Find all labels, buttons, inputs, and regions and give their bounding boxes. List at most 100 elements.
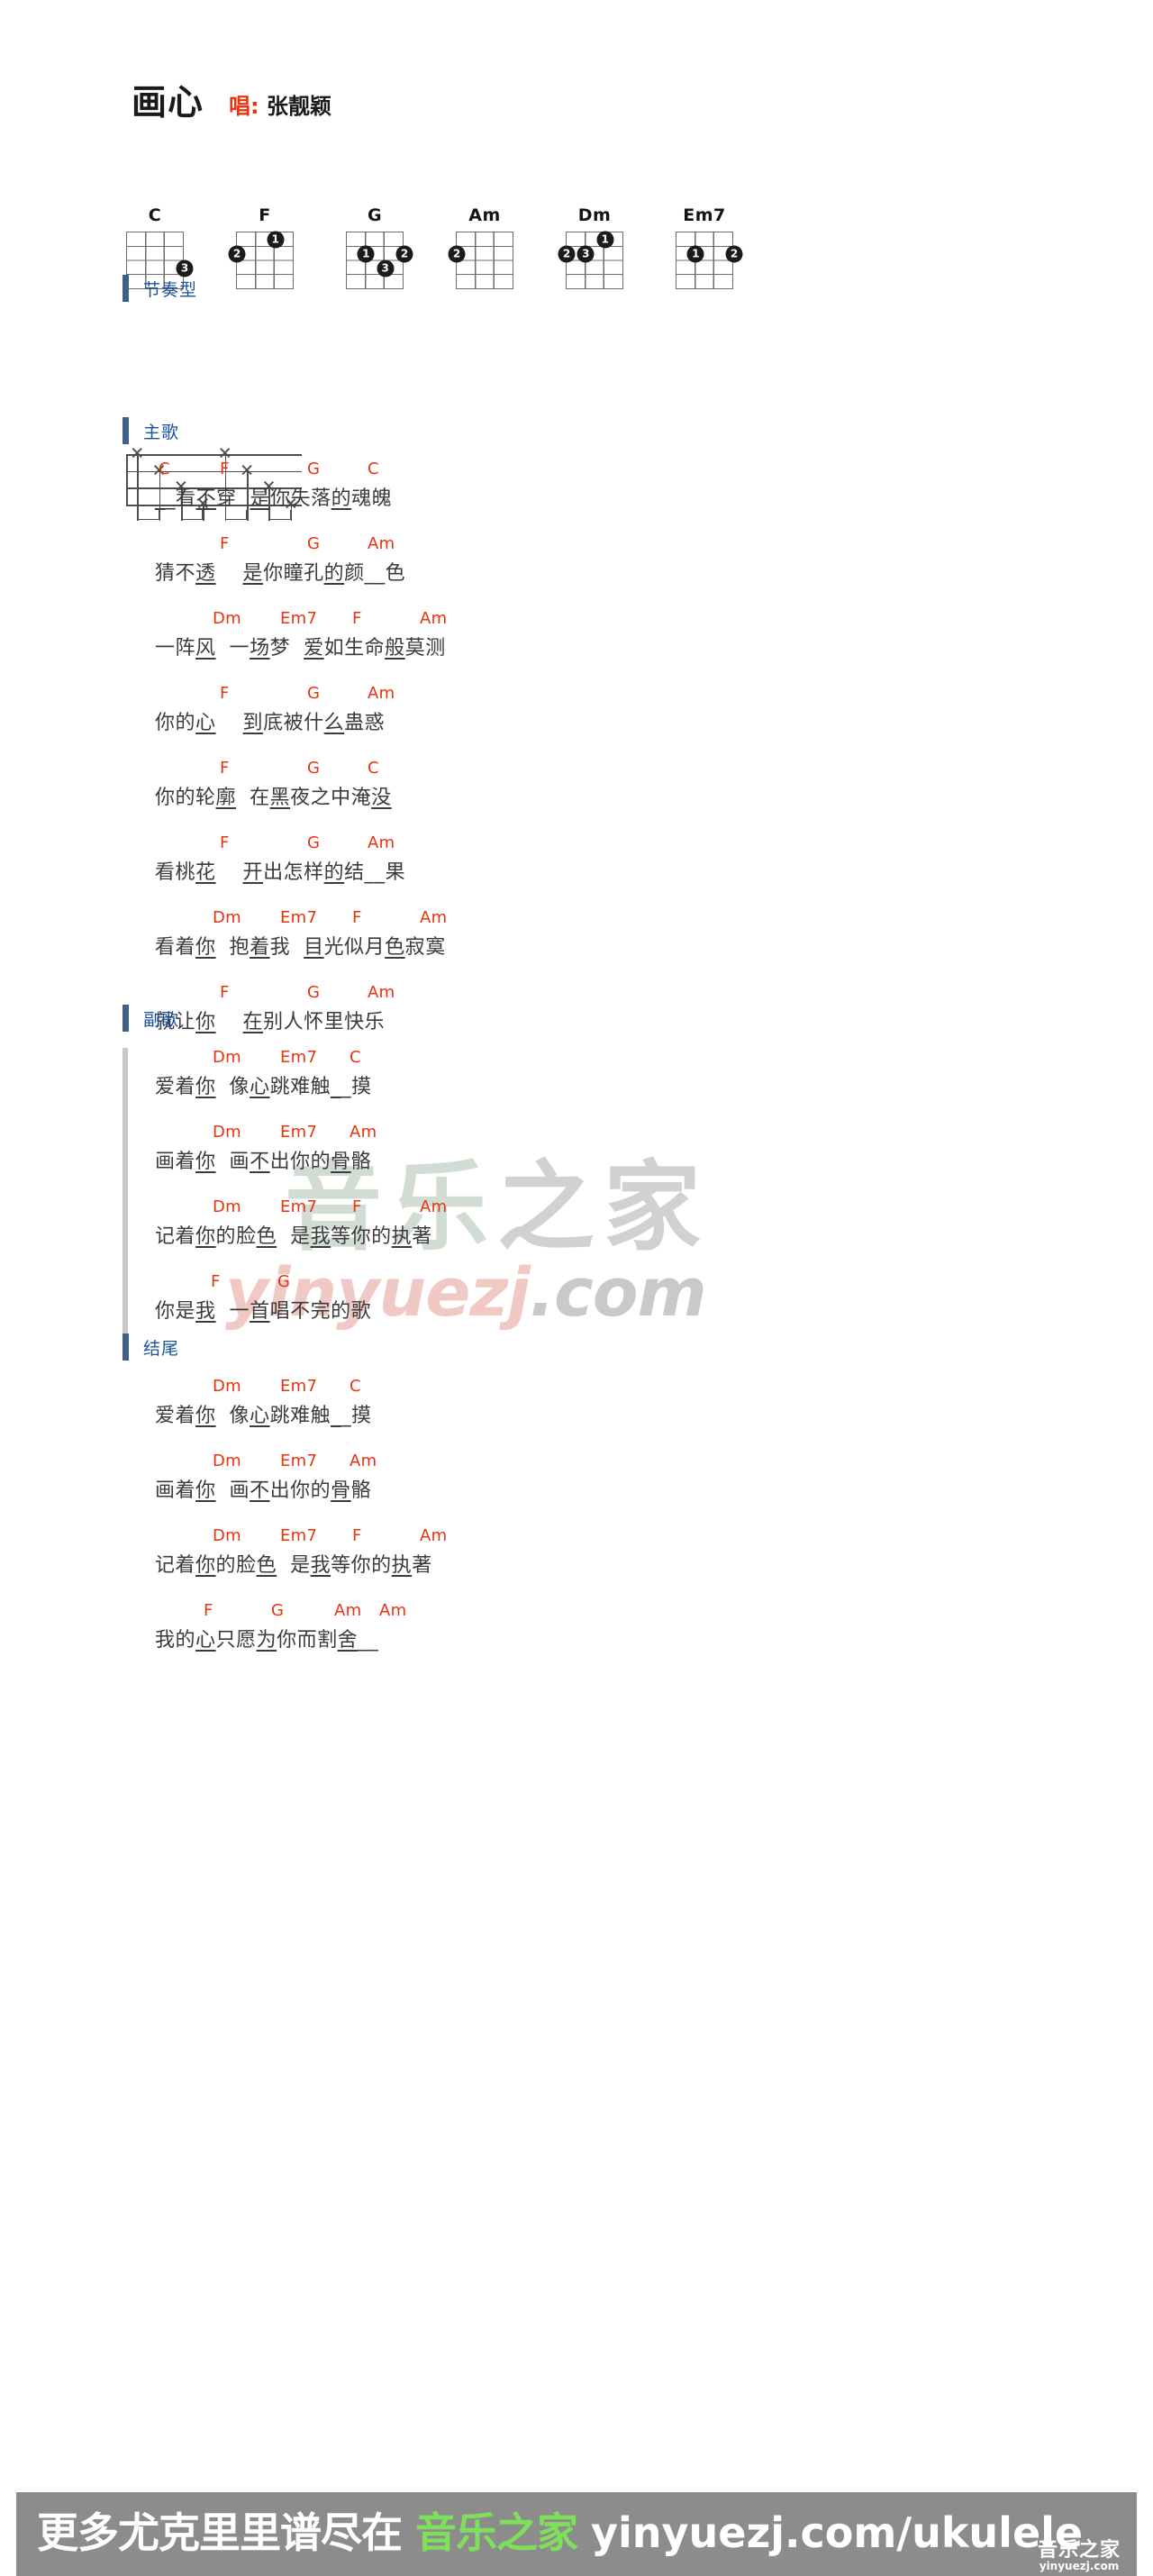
- chord-label: F: [220, 983, 230, 1002]
- chord-row: Dm Em7 C: [123, 1048, 627, 1071]
- chord-row: F G Am: [123, 684, 627, 707]
- chord-row: F G Am: [123, 833, 627, 857]
- chord-label: Em7: [280, 1526, 318, 1545]
- lyric-text: 你的心 到底被什么蛊惑: [155, 712, 386, 734]
- chord-row: Dm Em7 F Am: [123, 908, 627, 932]
- lyric-text: 爱着你 像心跳难触__摸: [155, 1405, 372, 1427]
- chord-label: Dm: [213, 1452, 241, 1470]
- lyric-text: 记着你的脸色 是我等你的执著: [155, 1554, 432, 1577]
- lyric-line: C F G C __看不穿 是你失落的魂魄: [123, 460, 627, 534]
- chord-row: Dm Em7 F Am: [123, 609, 627, 633]
- section-bar: [123, 1005, 129, 1032]
- footer-brand: 音乐之家: [415, 2508, 578, 2557]
- chord-diagram-name: Em7: [683, 205, 726, 225]
- section-header-ending: 结尾: [123, 1334, 179, 1361]
- section-header-rhythm: 节奏型: [123, 275, 197, 302]
- chord-label: F: [220, 534, 230, 553]
- chord-row: CFGC: [123, 460, 627, 483]
- chord-diagram-am: Am 2: [448, 205, 517, 289]
- lyric-line: Dm Em7 F Am 记着你的脸色 是我等你的执著: [123, 1197, 627, 1272]
- section-label-chorus: 副歌: [143, 1009, 180, 1030]
- chord-sheet-page: 音乐之家 yinyuezj.com 画心 唱: 张靓颖 C 3 F 1 2 G 1 2 3 Am 2…: [0, 0, 1153, 2576]
- chord-label: C: [159, 460, 170, 478]
- chord-row: Dm Em7 F Am: [123, 1526, 627, 1550]
- chord-diagram-row: C 3 F 1 2 G 1 2 3 Am 2 Dm 1 2 3 Em7 1 2: [123, 205, 743, 289]
- chord-label: Em7: [280, 1197, 318, 1216]
- chord-label: Am: [420, 609, 448, 628]
- chord-finger-dot: 2: [448, 245, 466, 263]
- chord-row: F G Am Am: [123, 1601, 627, 1625]
- chord-label: Dm: [213, 1123, 241, 1142]
- lyric-line: Dm Em7 C 爱着你 像心跳难触__摸: [123, 1377, 627, 1452]
- chord-fretboard: 1 23: [346, 232, 413, 289]
- singer-name: 张靓颖: [266, 94, 331, 119]
- sheet-header: 画心 唱: 张靓颖: [132, 86, 331, 121]
- chord-diagram-dm: Dm 1 2 3: [558, 205, 627, 289]
- lyric-text: 你的轮廓 在黑夜之中淹没: [155, 787, 392, 809]
- lyric-line: F G C 你的轮廓 在黑夜之中淹没: [123, 759, 627, 833]
- chord-label: Em7: [280, 1377, 318, 1396]
- section-label-verse: 主歌: [143, 422, 180, 442]
- chord-label: G: [307, 684, 321, 703]
- chord-finger-dot: 2: [558, 245, 576, 263]
- lyric-text: 爱着你 像心跳难触__摸: [155, 1076, 372, 1098]
- lyric-line: Dm Em7 F Am 一阵风 一场梦 爱如生命般莫测: [123, 609, 627, 684]
- chord-diagram-em7: Em7 1 2: [672, 205, 743, 289]
- chord-label: Dm: [213, 1526, 241, 1545]
- chord-label: F: [352, 609, 362, 628]
- chord-diagram-f: F12: [228, 205, 297, 289]
- chord-fretboard: 12: [228, 231, 294, 289]
- footer-logo-brand: 音乐之家: [1037, 2539, 1121, 2562]
- chord-label: C: [350, 1048, 361, 1067]
- chord-label: G: [307, 983, 321, 1002]
- chord-diagram-g: G 1 23: [342, 205, 413, 289]
- chord-row: FGC: [123, 759, 627, 782]
- lyric-line: F G Am 看桃花 开出怎样的结__果: [123, 833, 627, 908]
- chord-diagram-name: Am: [468, 205, 501, 225]
- chord-row: FG: [123, 1272, 627, 1296]
- chord-row: F G Am: [123, 534, 627, 558]
- section-bar: [123, 275, 129, 302]
- verse-block: C F G C __看不穿 是你失落的魂魄 F G Am 猜不透 是你瞳孔的颜__色 Dm Em7 F…: [123, 460, 627, 1058]
- chord-label: G: [271, 1601, 285, 1620]
- chord-label: Am: [350, 1452, 377, 1470]
- chord-label: Am: [379, 1601, 407, 1620]
- staff-line: [126, 454, 302, 456]
- chord-finger-dot: 2: [228, 245, 246, 263]
- chord-label: F: [220, 684, 230, 703]
- chord-label: Am: [368, 684, 395, 703]
- section-bar: [123, 417, 129, 444]
- chord-fretboard: 2: [448, 232, 513, 289]
- footer-banner: 更多尤克里里谱尽在 音乐之家 yinyuezj.com/ukulele 音乐之家…: [16, 2492, 1137, 2576]
- lyric-line: F G 你是我 一首唱不完的歌: [123, 1272, 627, 1347]
- chord-label: F: [352, 1526, 362, 1545]
- chord-finger-dot: 2: [725, 245, 743, 263]
- chord-label: F: [220, 759, 230, 778]
- chord-label: Em7: [280, 1452, 318, 1470]
- chord-label: G: [277, 1272, 291, 1291]
- section-label-ending: 结尾: [143, 1338, 180, 1359]
- chord-label: C: [368, 460, 379, 478]
- chord-diagram-name: Dm: [577, 205, 612, 225]
- chord-label: C: [350, 1377, 361, 1396]
- chord-diagram-name: C: [148, 205, 162, 225]
- footer-text: 更多尤克里里谱尽在 音乐之家 yinyuezj.com/ukulele: [37, 2512, 1083, 2553]
- lyric-text: 一阵风 一场梦 爱如生命般莫测: [155, 637, 446, 660]
- chord-label: Am: [350, 1123, 377, 1142]
- chord-label: C: [368, 759, 379, 778]
- chord-diagram-name: F: [259, 205, 271, 225]
- chord-finger-dot: 1: [267, 231, 285, 249]
- lyric-line: Dm Em7 F Am 记着你的脸色 是我等你的执著: [123, 1526, 627, 1601]
- chord-row: Dm Em7 F Am: [123, 1197, 627, 1221]
- chord-finger-dot: 3: [576, 245, 595, 263]
- chord-row: Dm Em7 Am: [123, 1123, 627, 1146]
- footer-slogan: 更多尤克里里谱尽在: [37, 2508, 403, 2557]
- chord-finger-dot: 2: [395, 245, 413, 263]
- lyric-text: 看桃花 开出怎样的结__果: [155, 861, 406, 884]
- chord-label: Am: [420, 908, 448, 927]
- footer-logo-url: yinyuezj.com: [1039, 2560, 1120, 2573]
- chord-row: Dm Em7 Am: [123, 1452, 627, 1475]
- section-header-chorus: 副歌: [123, 1005, 179, 1032]
- singer-credit: 唱: 张靓颖: [229, 96, 331, 121]
- lyric-text: 猜不透 是你瞳孔的颜__色: [155, 562, 406, 585]
